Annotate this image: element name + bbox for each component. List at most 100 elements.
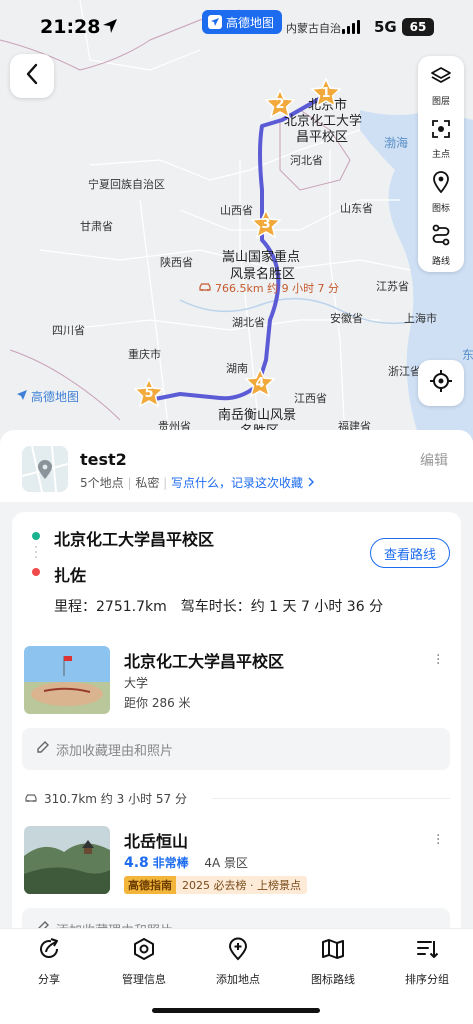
map-label-buct-2: 昌平校区	[296, 130, 349, 145]
map-pin-number: 3	[261, 217, 271, 232]
share-label: 分享	[38, 973, 60, 986]
clock: 21:28	[40, 16, 101, 38]
amap-logo-text: 高德地图	[31, 390, 80, 404]
map-pin-2[interactable]: 2	[265, 89, 295, 119]
route-duration: 驾车时长：约 1 天 7 小时 36 分	[180, 599, 384, 615]
route-segment-badge: 766.5km 约 9 小时 7 分	[198, 280, 339, 296]
focus-button[interactable]: 主点	[418, 113, 464, 166]
privacy-status: 私密	[135, 476, 160, 490]
manage-info-label: 管理信息	[122, 973, 166, 986]
poi-item[interactable]: 北岳恒山 4.8 非常棒 4A 景区 高德指南 2025 必去榜 · 上榜景点 …	[24, 826, 449, 896]
map-label-chongqing: 重庆市	[128, 348, 161, 361]
route-start: 北京化工大学昌平校区	[54, 530, 215, 549]
route-segment-text: 766.5km 约 9 小时 7 分	[215, 282, 340, 295]
amap-logo: 高德地图	[16, 388, 79, 405]
map-label-shanxi: 山西省	[220, 204, 253, 217]
back-button[interactable]	[10, 54, 54, 98]
poi-rating-row: 4.8 非常棒 4A 景区	[124, 854, 248, 871]
segment-divider	[212, 798, 450, 799]
poi-level: 4A 景区	[204, 856, 248, 870]
car-icon	[198, 282, 212, 295]
route-end: 扎佐	[54, 566, 87, 585]
add-place-label: 添加地点	[216, 973, 260, 986]
route-icon	[431, 224, 451, 250]
edit-icon	[36, 740, 50, 758]
guide-brand: 高德指南	[124, 876, 176, 894]
share-button[interactable]: 分享	[9, 937, 89, 987]
guide-tag[interactable]: 高德指南 2025 必去榜 · 上榜景点	[124, 876, 307, 894]
map-pin-number: 4	[255, 376, 265, 391]
map-pin-number: 2	[275, 97, 285, 112]
start-dot	[32, 532, 40, 540]
layers-label: 图层	[431, 97, 450, 107]
map-label-shandong: 山东省	[340, 202, 373, 215]
sort-group-button[interactable]: 排序分组	[387, 937, 467, 987]
route-card: 北京化工大学昌平校区 扎佐 查看路线 里程：2751.7km 驾车时长：约 1 天…	[12, 512, 461, 935]
edit-button[interactable]: 编辑	[420, 450, 448, 470]
map-label-shanghai: 上海市	[404, 312, 437, 325]
share-icon	[37, 937, 61, 965]
route-distance: 里程：2751.7km	[54, 599, 167, 615]
map-label-bohai: 渤海	[384, 136, 409, 150]
poi-title: 北京化工大学昌平校区	[124, 652, 285, 671]
battery-indicator: 65	[402, 18, 434, 36]
route-label: 路线	[431, 257, 450, 267]
chevron-left-icon	[25, 63, 39, 89]
add-note-button[interactable]: 添加收藏理由和照片	[22, 728, 450, 770]
add-note-label: 添加收藏理由和照片	[56, 743, 174, 759]
segment-info: 310.7km 约 3 小时 57 分	[24, 790, 187, 807]
map-label-sichuan: 四川省	[52, 324, 85, 337]
map-view[interactable]: 宁夏回族自治区 甘肃省 山西省 河北省 山东省 陕西省 嵩山国家重点 风景名胜区…	[0, 0, 473, 440]
map-pin-4[interactable]: 4	[245, 368, 275, 398]
favorites-sheet[interactable]: test2 5个地点 | 私密 | 写点什么，记录这次收藏 编辑 北京化工大学昌…	[0, 430, 473, 935]
icon-label: 图标	[431, 204, 450, 214]
amap-logo-icon	[16, 389, 28, 404]
home-indicator	[152, 1008, 320, 1013]
manage-info-button[interactable]: 管理信息	[104, 937, 184, 987]
icon-button[interactable]: 图标	[418, 166, 464, 219]
status-bar: 21:28 高德地图 内蒙古自治 5G 65	[0, 0, 473, 54]
collection-meta: 5个地点 | 私密 | 写点什么，记录这次收藏	[80, 474, 315, 491]
collection-header: test2 5个地点 | 私密 | 写点什么，记录这次收藏 编辑	[0, 430, 473, 502]
manage-icon	[132, 937, 156, 965]
poi-item[interactable]: 北京化工大学昌平校区 大学 距你 286 米 · · ·	[24, 646, 449, 716]
icon-route-button[interactable]: 图标路线	[293, 937, 373, 987]
segment-text: 310.7km 约 3 小时 57 分	[44, 792, 187, 806]
signal-icon	[342, 20, 360, 34]
poi-title: 北岳恒山	[124, 832, 189, 851]
map-pin-3[interactable]: 3	[251, 209, 281, 239]
more-options-icon[interactable]: · · ·	[436, 649, 440, 671]
collection-thumbnail	[22, 446, 68, 492]
map-label-hubei: 湖北省	[232, 316, 265, 329]
more-options-icon[interactable]: · · ·	[436, 829, 440, 851]
return-to-app-pill[interactable]: 高德地图	[202, 10, 283, 34]
add-place-icon	[226, 937, 250, 965]
map-label-zhejiang: 浙江省	[388, 365, 421, 378]
map-label-inner-mongolia: 内蒙古自治	[286, 22, 341, 35]
return-to-app-label: 高德地图	[226, 15, 275, 30]
guide-text: 2025 必去榜 · 上榜景点	[182, 879, 301, 892]
location-arrow-icon	[102, 18, 118, 34]
chevron-right-icon	[307, 476, 315, 490]
map-pin-1[interactable]: 1	[311, 78, 341, 108]
layers-button[interactable]: 图层	[418, 60, 464, 113]
poi-photo	[24, 646, 110, 714]
crosshair-icon	[429, 369, 453, 397]
map-pin-number: 5	[144, 386, 154, 401]
map-route-icon	[321, 937, 345, 965]
map-toolbar: 图层 主点 图标 路线	[418, 56, 464, 272]
add-place-button[interactable]: 添加地点	[198, 937, 278, 987]
view-route-button[interactable]: 查看路线	[370, 538, 450, 568]
write-note-link[interactable]: 写点什么，记录这次收藏	[171, 476, 303, 490]
focus-icon	[431, 119, 451, 143]
car-icon	[24, 792, 38, 806]
map-label-anhui: 安徽省	[330, 312, 363, 325]
end-dot	[32, 568, 40, 576]
route-button[interactable]: 路线	[418, 219, 464, 272]
locate-me-button[interactable]	[418, 360, 464, 406]
pin-icon	[432, 171, 450, 197]
map-pin-5[interactable]: 5	[134, 378, 164, 408]
map-label-jiangsu: 江苏省	[376, 280, 409, 293]
map-label-gansu: 甘肃省	[80, 220, 113, 233]
map-label-ningxia: 宁夏回族自治区	[88, 178, 165, 191]
